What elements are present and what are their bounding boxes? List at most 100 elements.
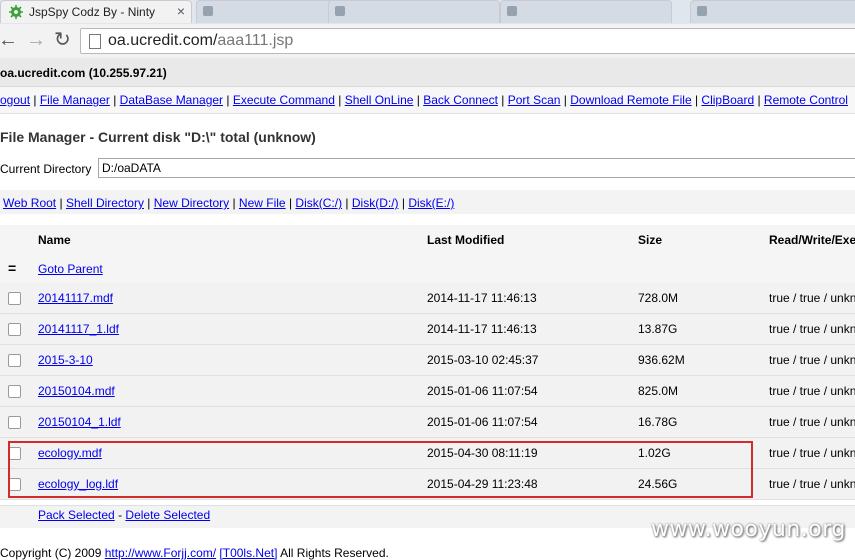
file-row: ecology_log.ldf 2015-04-29 11:23:48 24.56G… bbox=[0, 469, 855, 500]
file-permissions: true / true / unknow bbox=[769, 477, 855, 491]
file-name-link[interactable]: ecology.mdf bbox=[38, 446, 102, 460]
disk-links: Web Root | Shell Directory | New Directo… bbox=[3, 196, 454, 210]
goto-parent-link[interactable]: Goto Parent bbox=[38, 262, 103, 276]
column-header-name[interactable]: Name bbox=[38, 233, 71, 247]
link-separator: | bbox=[143, 196, 154, 210]
link-separator: | bbox=[497, 93, 508, 107]
browser-tab[interactable] bbox=[500, 0, 672, 23]
disk-link-shell-directory[interactable]: Shell Directory bbox=[66, 196, 144, 210]
file-name-link[interactable]: 20150104.mdf bbox=[38, 384, 115, 398]
watermark: www.wooyun.org bbox=[651, 517, 846, 542]
disk-links-bar: Web Root | Shell Directory | New Directo… bbox=[0, 190, 855, 214]
link-separator: | bbox=[334, 93, 345, 107]
file-permissions: true / true / unknow bbox=[769, 353, 855, 367]
browser-tab-active[interactable]: JspSpy Codz By - Ninty × bbox=[0, 0, 192, 23]
link-separator: | bbox=[754, 93, 764, 107]
url-path: aaa111.jsp bbox=[217, 32, 294, 49]
file-permissions: true / true / unknow bbox=[769, 322, 855, 336]
menu-item-database-manager[interactable]: DataBase Manager bbox=[120, 93, 223, 107]
file-permissions: true / true / unknow bbox=[769, 415, 855, 429]
jspspy-favicon-icon bbox=[9, 5, 23, 19]
pack-selected-link[interactable]: Pack Selected bbox=[38, 508, 115, 522]
tab-favicon-icon bbox=[335, 6, 345, 16]
parent-directory-icon: = bbox=[8, 260, 17, 276]
action-separator: - bbox=[118, 508, 123, 522]
disk-link-new-directory[interactable]: New Directory bbox=[154, 196, 229, 210]
menu-item-ogout[interactable]: ogout bbox=[0, 93, 30, 107]
file-name-link[interactable]: ecology_log.ldf bbox=[38, 477, 118, 491]
file-last-modified: 2015-01-06 11:07:54 bbox=[427, 384, 538, 398]
tab-favicon-icon bbox=[697, 6, 707, 16]
url-host: oa.ucredit.com/ bbox=[108, 32, 218, 49]
browser-tab[interactable] bbox=[328, 0, 500, 23]
column-header-last-modified[interactable]: Last Modified bbox=[427, 233, 504, 247]
file-permissions: true / true / unknow bbox=[769, 446, 855, 460]
file-last-modified: 2015-04-29 11:23:48 bbox=[427, 477, 538, 491]
file-select-checkbox[interactable] bbox=[8, 478, 21, 491]
file-name-link[interactable]: 2015-3-10 bbox=[38, 353, 93, 367]
file-name-link[interactable]: 20150104_1.ldf bbox=[38, 415, 121, 429]
disk-link-disk-d[interactable]: Disk(D:/) bbox=[352, 196, 399, 210]
file-select-checkbox[interactable] bbox=[8, 447, 21, 460]
disk-link-disk-c[interactable]: Disk(C:/) bbox=[295, 196, 342, 210]
file-select-checkbox[interactable] bbox=[8, 292, 21, 305]
link-separator: | bbox=[342, 196, 352, 210]
current-directory-label: Current Directory bbox=[0, 162, 92, 176]
forward-arrow-icon[interactable]: → bbox=[26, 30, 46, 50]
menu-item-shell-online[interactable]: Shell OnLine bbox=[345, 93, 414, 107]
link-separator: | bbox=[109, 93, 120, 107]
column-header-size[interactable]: Size bbox=[638, 233, 662, 247]
file-select-checkbox[interactable] bbox=[8, 323, 21, 336]
file-row: 20150104_1.ldf 2015-01-06 11:07:54 16.78G t… bbox=[0, 407, 855, 438]
file-select-checkbox[interactable] bbox=[8, 354, 21, 367]
tab-favicon-icon bbox=[507, 6, 517, 16]
menu-item-download-remote-file[interactable]: Download Remote File bbox=[570, 93, 691, 107]
file-row: 20150104.mdf 2015-01-06 11:07:54 825.0M tru… bbox=[0, 376, 855, 407]
table-header-row: Name Last Modified Size Read/Write/Exe bbox=[0, 225, 855, 255]
link-separator: | bbox=[30, 93, 40, 107]
tab-favicon-icon bbox=[203, 6, 213, 16]
reload-icon[interactable]: ↻ bbox=[54, 30, 71, 50]
browser-tab[interactable] bbox=[690, 0, 855, 23]
page-icon bbox=[89, 34, 101, 49]
address-bar[interactable]: oa.ucredit.com/aaa111.jsp bbox=[80, 28, 855, 54]
file-size: 24.56G bbox=[638, 477, 678, 491]
menu-item-execute-command[interactable]: Execute Command bbox=[233, 93, 335, 107]
file-last-modified: 2015-03-10 02:45:37 bbox=[427, 353, 539, 367]
file-select-checkbox[interactable] bbox=[8, 416, 21, 429]
file-row: ecology.mdf 2015-04-30 08:11:19 1.02G true … bbox=[0, 438, 855, 469]
menu-item-file-manager[interactable]: File Manager bbox=[40, 93, 110, 107]
menu-item-port-scan[interactable]: Port Scan bbox=[508, 93, 561, 107]
goto-parent-row: = Goto Parent bbox=[0, 254, 855, 284]
tab-close-icon[interactable]: × bbox=[177, 3, 185, 19]
disk-link-web-root[interactable]: Web Root bbox=[3, 196, 56, 210]
disk-link-disk-e[interactable]: Disk(E:/) bbox=[408, 196, 454, 210]
disk-link-new-file[interactable]: New File bbox=[239, 196, 286, 210]
link-separator: | bbox=[285, 196, 296, 210]
browser-toolbar: ← → ↻ oa.ucredit.com/aaa111.jsp bbox=[0, 24, 855, 59]
file-name-link[interactable]: 20141117.mdf bbox=[38, 291, 113, 305]
file-size: 728.0M bbox=[638, 291, 679, 305]
file-last-modified: 2015-01-06 11:07:54 bbox=[427, 415, 538, 429]
file-size: 13.87G bbox=[638, 322, 678, 336]
file-name-link[interactable]: 20141117_1.ldf bbox=[38, 322, 119, 336]
file-last-modified: 2015-04-30 08:11:19 bbox=[427, 446, 538, 460]
link-separator: | bbox=[398, 196, 409, 210]
menu-item-clipboard[interactable]: ClipBoard bbox=[701, 93, 754, 107]
menu-item-back-connect[interactable]: Back Connect bbox=[423, 93, 498, 107]
file-last-modified: 2014-11-17 11:46:13 bbox=[427, 291, 537, 305]
back-arrow-icon[interactable]: ← bbox=[0, 30, 18, 50]
file-row: 2015-3-10 2015-03-10 02:45:37 936.62M true … bbox=[0, 345, 855, 376]
file-permissions: true / true / unknow bbox=[769, 291, 855, 305]
file-size: 1.02G bbox=[638, 446, 671, 460]
link-separator: | bbox=[229, 196, 239, 210]
file-row: 20141117.mdf 2014-11-17 11:46:13 728.0M tru… bbox=[0, 283, 855, 314]
file-select-checkbox[interactable] bbox=[8, 385, 21, 398]
delete-selected-link[interactable]: Delete Selected bbox=[125, 508, 210, 522]
url-text: oa.ucredit.com/aaa111.jsp bbox=[108, 32, 293, 50]
menu-item-remote-control[interactable]: Remote Control bbox=[764, 93, 848, 107]
current-directory-row: Current Directory bbox=[0, 158, 855, 180]
current-directory-input[interactable] bbox=[98, 158, 855, 178]
column-header-read-write-exe[interactable]: Read/Write/Exe bbox=[769, 233, 855, 247]
link-separator: | bbox=[691, 93, 702, 107]
